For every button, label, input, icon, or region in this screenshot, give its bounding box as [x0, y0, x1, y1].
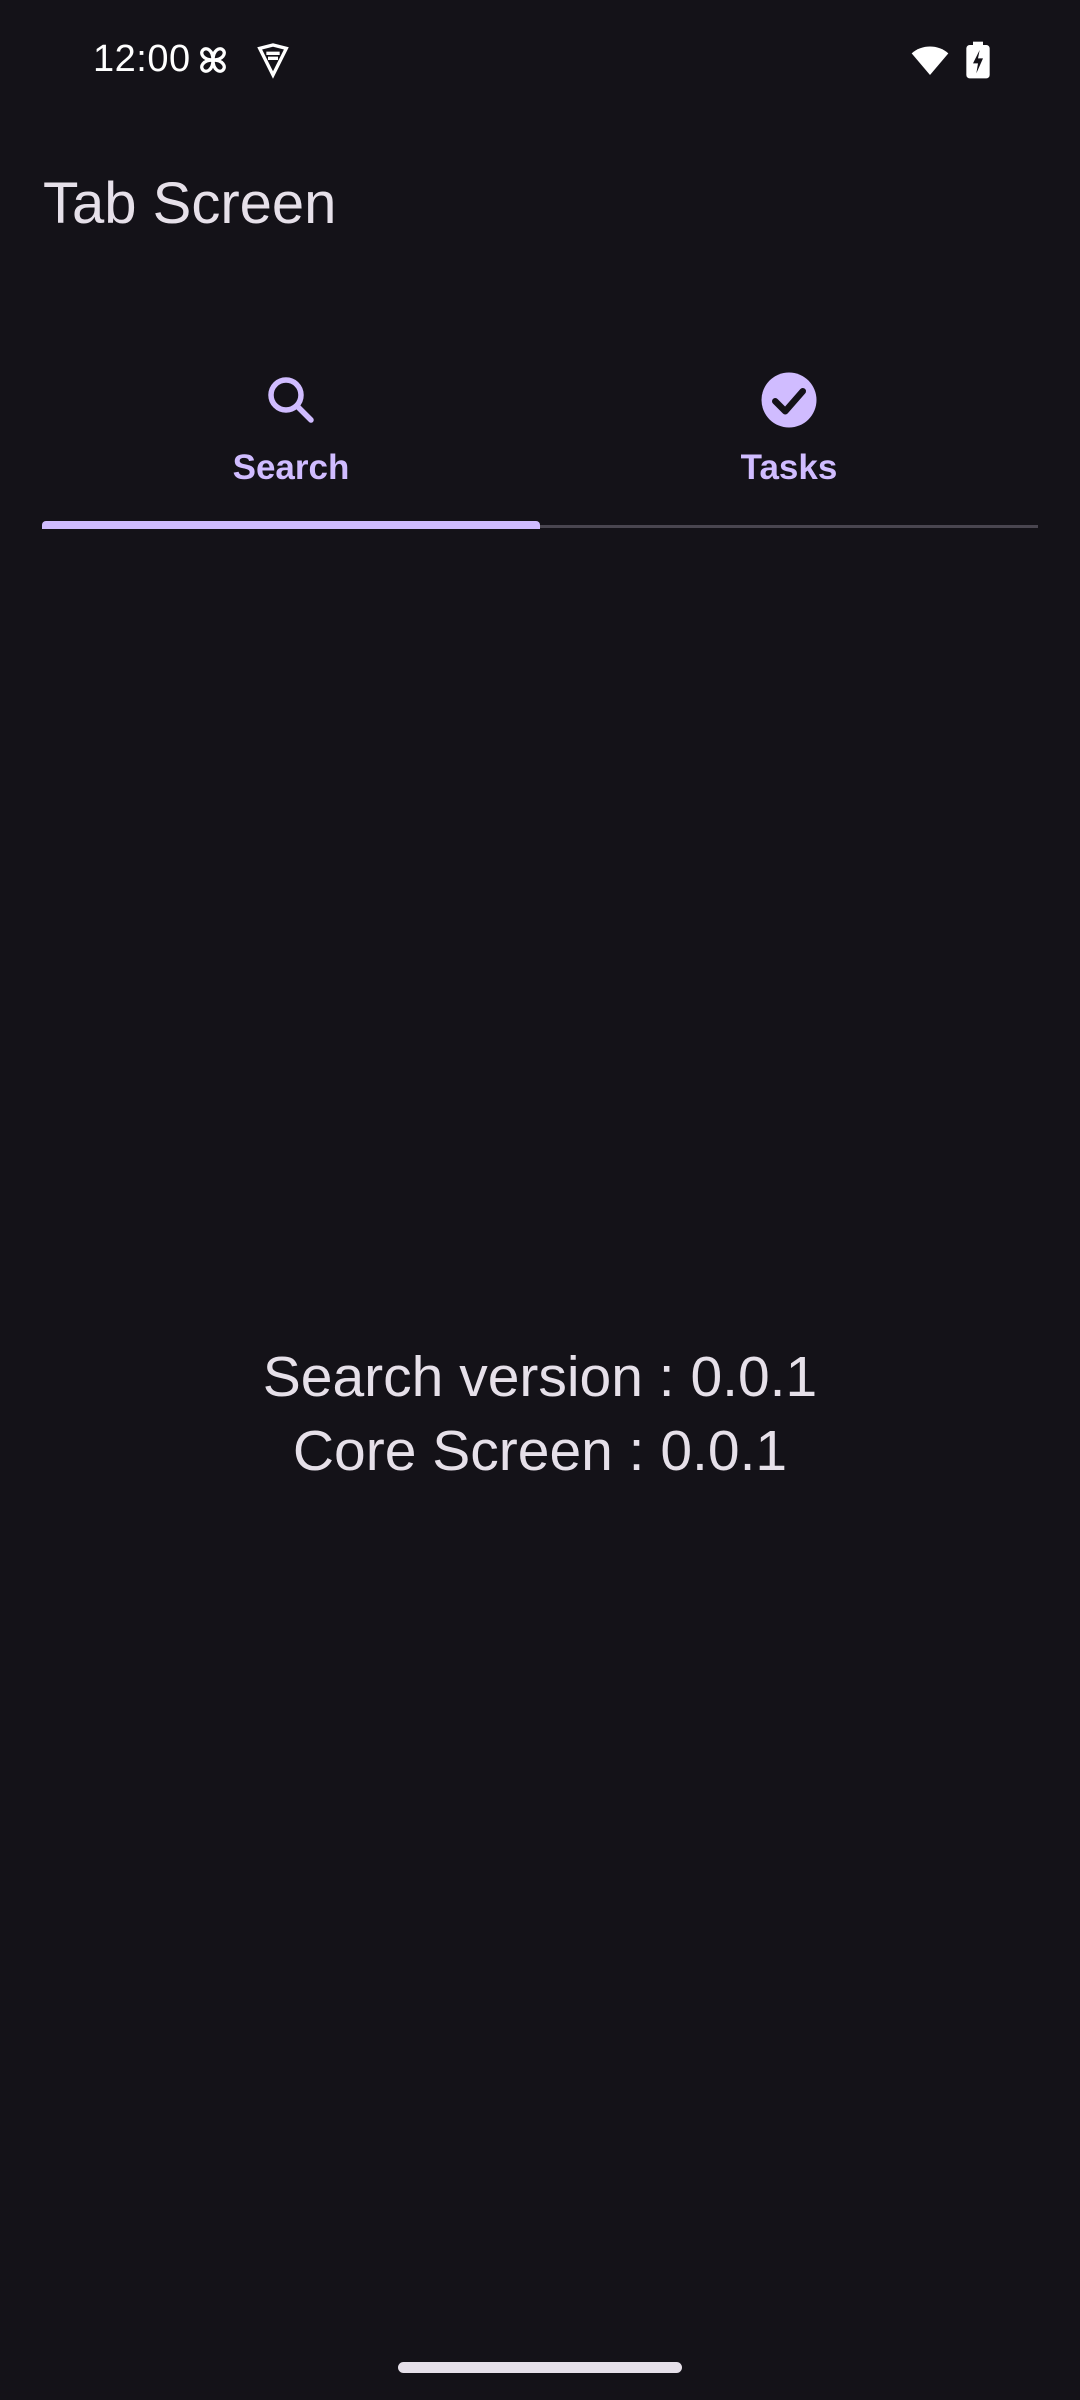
status-bar: 12:00 — [0, 0, 1080, 124]
tab-tasks-label: Tasks — [740, 448, 838, 487]
search-version-text: Search version : 0.0.1 — [262, 1345, 818, 1409]
battery-charging-icon — [962, 40, 994, 80]
phone-screen: 12:00 Tab Screen Search Tasks Search ver… — [0, 0, 1080, 2400]
check-circle-icon — [759, 370, 819, 430]
shield-icon — [253, 40, 293, 80]
search-icon — [261, 370, 321, 430]
wifi-icon — [910, 40, 950, 80]
pinwheel-icon — [193, 40, 233, 80]
page-title: Tab Screen — [43, 171, 337, 236]
tab-row: Search Tasks — [42, 340, 1038, 529]
core-screen-version-text: Core Screen : 0.0.1 — [292, 1419, 788, 1483]
gesture-navigation-bar[interactable] — [398, 2362, 682, 2373]
tab-search-label: Search — [232, 448, 350, 487]
tab-search[interactable]: Search — [42, 340, 540, 526]
tab-tasks[interactable]: Tasks — [540, 340, 1038, 526]
status-time: 12:00 — [93, 38, 191, 80]
version-info: Search version : 0.0.1 Core Screen : 0.0… — [0, 1340, 1080, 1488]
tab-selected-indicator — [42, 521, 540, 529]
